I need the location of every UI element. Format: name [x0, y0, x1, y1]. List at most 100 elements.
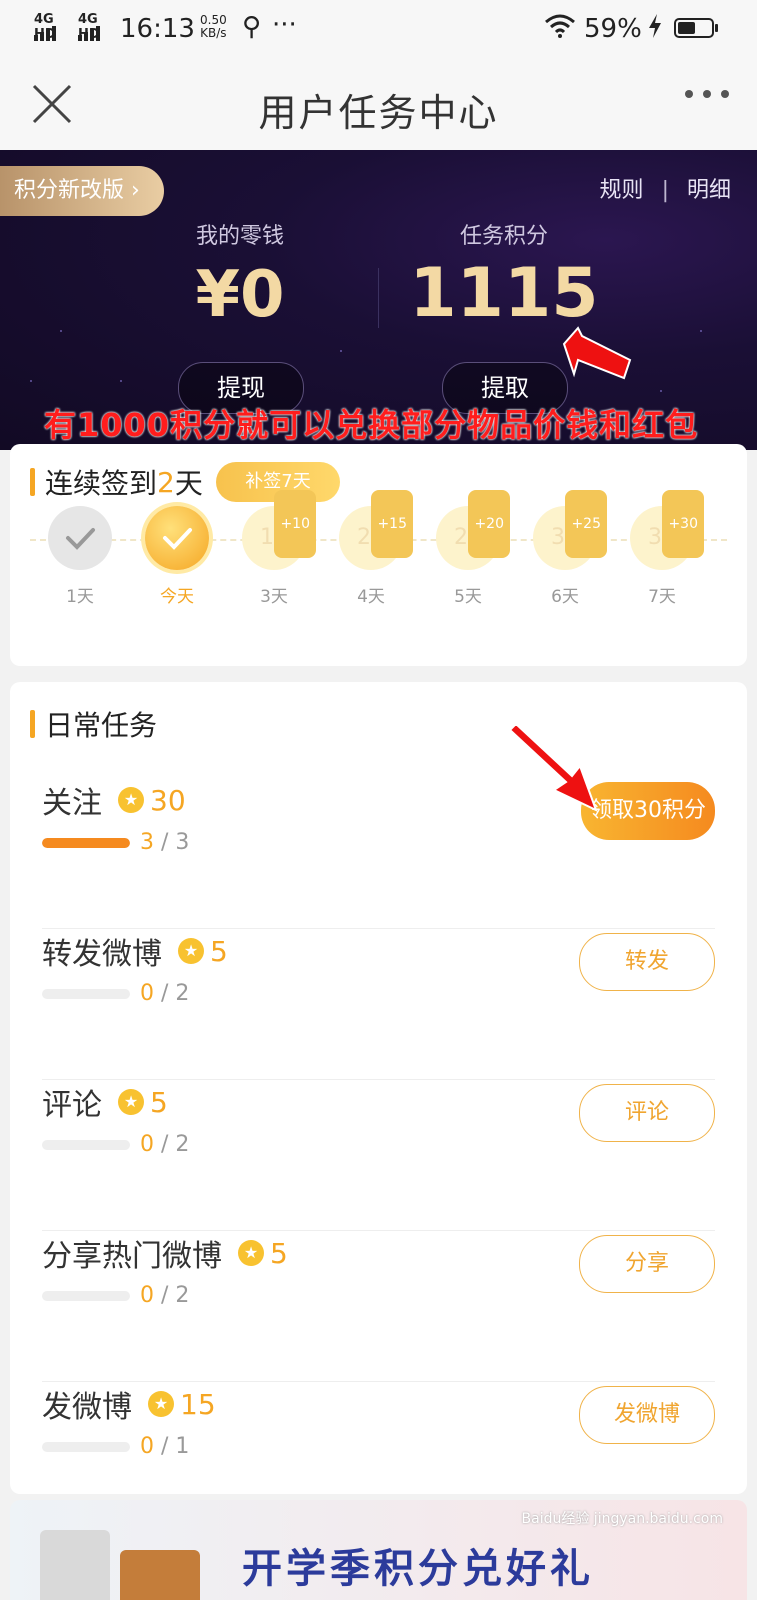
progress-total: 3	[175, 830, 190, 855]
progress-track	[42, 1139, 130, 1150]
status-bar: 4G HD 4G HD 16:13 0.50 KB/s ⚲ ··· 59%	[0, 0, 757, 60]
charging-icon	[648, 14, 662, 45]
daily-title-text: 日常任务	[45, 709, 158, 742]
banner-product-image-2	[120, 1550, 200, 1600]
details-link[interactable]: 明细	[687, 178, 731, 203]
checkin-day: 35+30 7天	[622, 490, 704, 607]
progress-total: 1	[175, 1434, 190, 1459]
task-name-line: 发微博 ★ 15	[42, 1382, 216, 1426]
promo-banner[interactable]: 开学季积分兑好礼 Baidu经验 jingyan.baidu.com	[10, 1500, 747, 1600]
annotation-text: 有1000积分就可以兑换部分物品价钱和红包	[44, 406, 699, 444]
wifi-icon	[544, 14, 576, 45]
battery-fill	[678, 22, 696, 34]
speed-unit: KB/s	[200, 26, 227, 40]
check-icon	[145, 506, 209, 570]
progress-track	[42, 1290, 130, 1301]
points-label: 任务积分	[459, 224, 548, 249]
day-bonus-badge: +20	[468, 490, 510, 558]
star-coin-icon: ★	[148, 1391, 174, 1417]
task-name: 发微博	[42, 1390, 132, 1425]
task-progress: 0 / 2	[42, 981, 189, 1006]
progress-track	[42, 988, 130, 999]
task-name-line: 关注 ★ 30	[42, 778, 186, 822]
progress-current: 0	[140, 1434, 154, 1459]
more-menu-icon[interactable]	[685, 90, 729, 98]
day-label: 1天	[66, 587, 94, 607]
star-coin-icon: ★	[178, 938, 204, 964]
task-points: 5	[210, 934, 228, 968]
task-action-button[interactable]: 评论	[579, 1084, 715, 1142]
checkin-day: 20+15 4天	[331, 490, 413, 607]
progress-track	[42, 837, 130, 848]
watermark: Baidu经验 jingyan.baidu.com	[521, 1511, 723, 1527]
task-name-line: 分享热门微博 ★ 5	[42, 1231, 288, 1275]
progress-track	[42, 1441, 130, 1452]
task-name: 分享热门微博	[42, 1239, 222, 1274]
checkin-title-suffix: 天	[174, 467, 203, 500]
task-name: 关注	[42, 786, 102, 821]
day-label: 6天	[551, 587, 579, 607]
task-points: 15	[180, 1387, 216, 1421]
day-bonus-badge: +30	[662, 490, 704, 558]
daily-tasks-card: 日常任务 关注 ★ 30 3 / 3 领取30积分 转发微博 ★ 5 0 / 2 转发 评论 ★ 5 0 …	[10, 682, 747, 1494]
checkin-day: 今天	[137, 506, 217, 607]
hero-links: 规则 | 明细	[600, 172, 731, 204]
progress-count: 0 / 2	[140, 981, 190, 1006]
day-bonus-badge: +10	[274, 490, 316, 558]
star-coin-icon: ★	[118, 787, 144, 813]
banner-title: 开学季积分兑好礼	[242, 1546, 594, 1592]
progress-count: 0 / 1	[140, 1434, 190, 1459]
daily-title: 日常任务	[30, 704, 157, 744]
task-row: 评论 ★ 5 0 / 2 评论	[42, 1080, 715, 1231]
checkin-title-prefix: 连续签到	[45, 467, 158, 500]
progress-current: 0	[140, 1132, 154, 1157]
star-coin-icon: ★	[238, 1240, 264, 1266]
task-action-button[interactable]: 发微博	[579, 1386, 715, 1444]
day-label: 7天	[648, 587, 676, 607]
progress-current: 3	[140, 830, 154, 855]
day-label: 今天	[160, 587, 194, 607]
day-label: 3天	[260, 587, 288, 607]
checkin-title: 连续签到 2 天	[30, 462, 203, 502]
battery-percent: 59%	[584, 14, 642, 44]
points-header: 积分新改版 › 规则 | 明细 我的零钱 ¥0 任务积分 1115 提现 提取 有1…	[0, 150, 757, 450]
day-reward-circle: 20+15	[339, 490, 413, 570]
progress-total: 2	[175, 1132, 190, 1157]
task-points: 5	[270, 1236, 288, 1270]
task-progress: 3 / 3	[42, 830, 189, 855]
task-points: 5	[150, 1085, 168, 1119]
day-reward-circle: 30+25	[533, 490, 607, 570]
task-name: 评论	[42, 1088, 102, 1123]
signal-icon: 4G HD	[34, 12, 56, 42]
day-reward-circle: 35+30	[630, 490, 704, 570]
day-bonus-badge: +25	[565, 490, 607, 558]
progress-current: 0	[140, 981, 154, 1006]
checkin-title-days: 2	[157, 465, 175, 499]
progress-fill	[42, 837, 130, 848]
task-name-line: 评论 ★ 5	[42, 1080, 168, 1124]
task-name-line: 转发微博 ★ 5	[42, 929, 228, 973]
nav-bar: 用户任务中心	[0, 60, 757, 150]
task-progress: 0 / 2	[42, 1132, 189, 1157]
checkin-day: 25+20 5天	[428, 490, 510, 607]
task-action-button[interactable]: 分享	[579, 1235, 715, 1293]
progress-total: 2	[175, 981, 190, 1006]
task-action-button[interactable]: 转发	[579, 933, 715, 991]
checkin-day: 30+25 6天	[525, 490, 607, 607]
annotation-arrow-icon	[562, 326, 632, 380]
banner-product-image	[40, 1530, 110, 1600]
rules-link[interactable]: 规则	[600, 178, 644, 203]
signal-icon-2: 4G HD	[78, 12, 100, 42]
check-icon	[48, 506, 112, 570]
day-reward-circle: 15+10	[242, 490, 316, 570]
wallet-block: 我的零钱 ¥0	[140, 218, 340, 332]
task-progress: 0 / 2	[42, 1283, 189, 1308]
checkin-day: 15+10 3天	[234, 490, 316, 607]
wallet-value: ¥0	[195, 258, 285, 332]
link-divider: |	[661, 178, 669, 203]
task-row: 关注 ★ 30 3 / 3 领取30积分	[42, 778, 715, 929]
checkin-card: 连续签到2天 补签7天 1天今天15+103天20+154天25+205天30+…	[10, 444, 747, 666]
wallet-label: 我的零钱	[195, 224, 284, 249]
hero-divider	[378, 268, 379, 328]
promo-pill[interactable]: 积分新改版 ›	[0, 166, 164, 216]
